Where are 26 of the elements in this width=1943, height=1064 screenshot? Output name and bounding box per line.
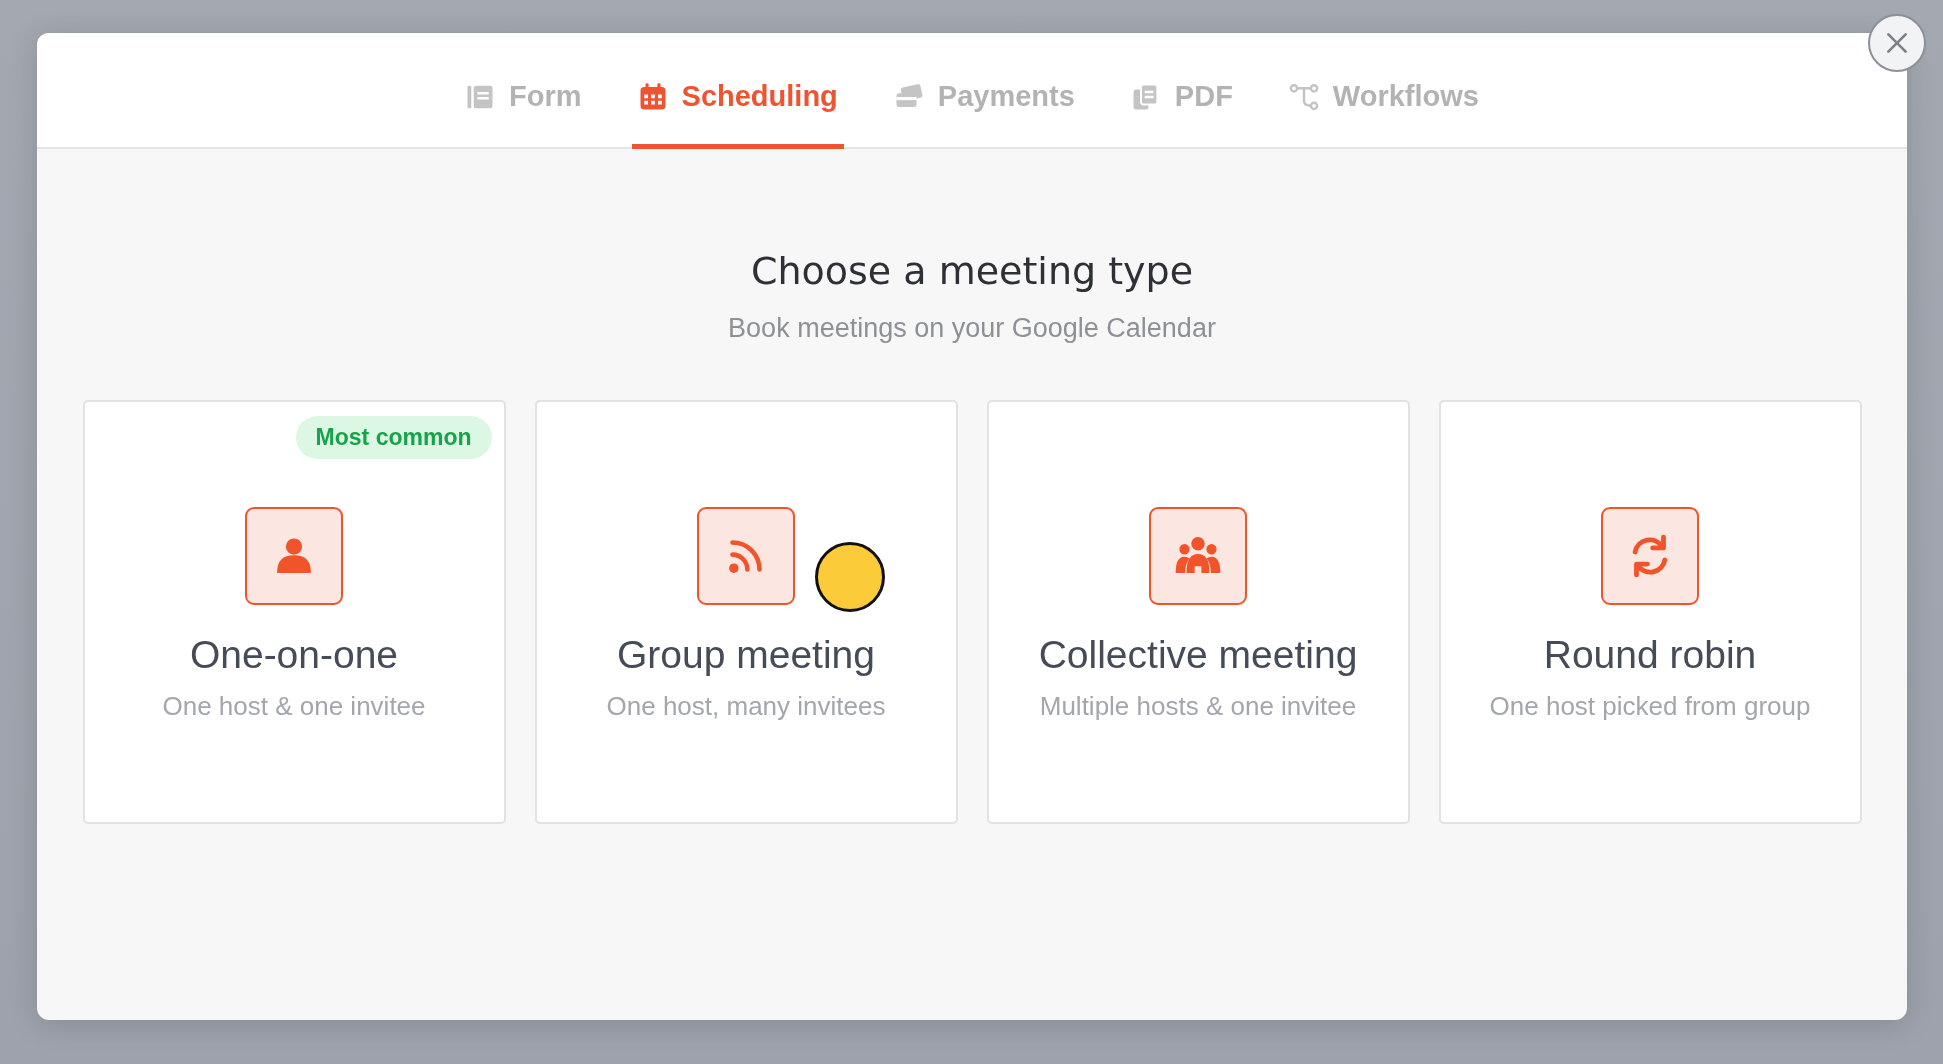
card-title: Group meeting: [617, 633, 875, 677]
signal-waves-icon: [697, 507, 795, 605]
tab[interactable]: Scheduling: [631, 33, 844, 149]
close-icon: [1884, 30, 1910, 56]
tab[interactable]: Workflows: [1282, 33, 1485, 149]
card-description: One host picked from group: [1489, 691, 1811, 722]
tab[interactable]: Form: [459, 33, 588, 149]
meeting-type-card[interactable]: Collective meeting Multiple hosts & one invitee: [986, 400, 1410, 824]
dialog-heading: Choose a meeting type: [750, 249, 1194, 293]
card-title: Round robin: [1543, 633, 1757, 677]
meeting-type-card[interactable]: Round robin One host picked from group: [1438, 400, 1862, 824]
dialog-subheading: Book meetings on your Google Calendar: [728, 313, 1216, 344]
meeting-type-card[interactable]: Most common One-on-one One host & one invitee: [82, 400, 506, 824]
group-icon: [1149, 507, 1247, 605]
most-common-badge: Most common: [295, 416, 492, 459]
card-description: One host, many invitees: [606, 691, 886, 722]
card-title: Collective meeting: [1038, 633, 1358, 677]
tab[interactable]: PDF: [1124, 33, 1239, 149]
meeting-type-card[interactable]: Group meeting One host, many invitees: [534, 400, 958, 824]
person-icon: [245, 507, 343, 605]
card-title: One-on-one: [189, 633, 399, 677]
card-description: One host & one invitee: [162, 691, 426, 722]
branch-icon: [1288, 81, 1319, 112]
tab[interactable]: Payments: [887, 33, 1081, 149]
rotate-arrows-icon: [1601, 507, 1699, 605]
card-description: Multiple hosts & one invitee: [1039, 691, 1357, 722]
